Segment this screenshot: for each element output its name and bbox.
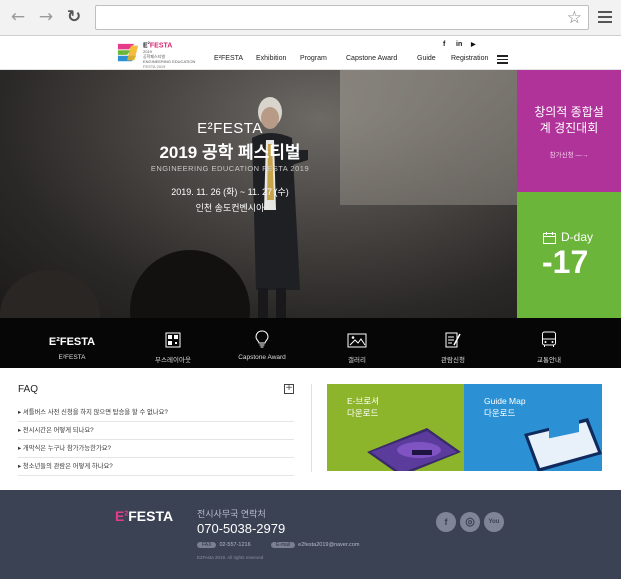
hero-subtitle: ENGINEERING EDUCATION FESTA 2019 [150, 164, 310, 173]
contest-panel[interactable]: 창의적 종합설계 경진대회 참가신청 —→ [517, 70, 621, 192]
dday-value: -17 [542, 244, 589, 280]
nav-guide[interactable]: Guide [417, 55, 436, 62]
footer-logo: E2FESTA [115, 508, 173, 524]
footer-logo-festa: FESTA [128, 508, 174, 524]
faq-item[interactable]: ▸ 전시시간은 어떻게 되나요? [18, 422, 294, 440]
logo-sub: FESTA 2019 [143, 64, 166, 70]
youtube-icon[interactable]: You [484, 512, 504, 532]
hero-title: 2019 공학 페스티벌 [159, 143, 301, 162]
faq-more-plus-icon[interactable]: + [284, 384, 294, 394]
faq-list: ▸ 셔틀버스 사전 신청을 하지 않으면 탑승을 할 수 없나요? ▸ 전시시간… [18, 404, 294, 476]
e-brochure-download-banner[interactable]: E-브로셔 다운로드 [327, 384, 464, 471]
quick-links-bar: E²FESTA E²FESTA 부스레이아웃 Capstone Award 갤러… [0, 318, 621, 368]
linkedin-icon[interactable]: in [456, 41, 462, 48]
quick-link-label: 교통안내 [537, 357, 561, 364]
nav-efesta[interactable]: E²FESTA [214, 55, 243, 62]
bookmark-star-icon[interactable]: ☆ [567, 8, 582, 28]
quick-link-gallery[interactable]: 갤러리 [312, 318, 402, 368]
guide-map-title: Guide Map [484, 396, 526, 406]
quick-link-transportation[interactable]: 교통안내 [504, 318, 594, 368]
quick-link-label: 관람신청 [441, 357, 465, 364]
quick-link-visit-registration[interactable]: 관람신청 [408, 318, 498, 368]
browser-menu-icon[interactable] [598, 11, 612, 26]
nav-program[interactable]: Program [300, 55, 327, 62]
email-address: e2festa2019@naver.com [298, 542, 360, 548]
fax-number: 02-557-1216 [219, 542, 251, 548]
guide-map-illustration [524, 418, 602, 471]
hero-background-board [340, 70, 517, 205]
email-line: E-mail e2festa2019@naver.com [271, 542, 359, 548]
faq-question: 청소년들의 관람은 어떻게 하나요? [22, 463, 113, 470]
reload-icon[interactable]: ↻ [64, 7, 84, 27]
faq-item[interactable]: ▸ 셔틀버스 사전 신청을 하지 않으면 탑승을 할 수 없나요? [18, 404, 294, 422]
youtube-icon[interactable]: ▶ [471, 41, 476, 48]
section-divider [311, 384, 312, 472]
email-badge: E-mail [271, 542, 296, 548]
dday-panel: D-day -17 [517, 192, 621, 318]
guide-map-download-banner[interactable]: Guide Map 다운로드 [464, 384, 602, 471]
quick-link-label: Capstone Award [238, 354, 286, 361]
fax-badge: FAX [197, 542, 217, 548]
office-phone: 070-5038-2979 [197, 521, 286, 536]
footer-logo-e: E [115, 508, 125, 524]
faq-question: 셔틀버스 사전 신청을 하지 않으면 탑승을 할 수 없나요? [22, 409, 168, 416]
lightbulb-icon [255, 330, 269, 348]
hero-text: E²FESTA 2019 공학 페스티벌 ENGINEERING EDUCATI… [110, 120, 350, 214]
hero-venue: 인천 송도컨벤시아 [195, 203, 265, 213]
brochure-download: 다운로드 [347, 408, 379, 418]
instagram-icon[interactable]: ◎ [460, 512, 480, 532]
image-gallery-icon [347, 333, 367, 348]
brochure-title: E-브로셔 [347, 396, 379, 406]
logo-festa: FESTA [149, 42, 173, 50]
facebook-icon[interactable]: f [436, 512, 456, 532]
quick-link-capstone-award[interactable]: Capstone Award [217, 318, 307, 368]
faq-item[interactable]: ▸ 청소년들의 관람은 어떻게 하나요? [18, 458, 294, 476]
contest-title: 창의적 종합설계 경진대회 [534, 105, 604, 135]
quick-link-efesta[interactable]: E²FESTA E²FESTA [27, 318, 117, 368]
calendar-icon [543, 232, 556, 244]
copyright: E2Festa 2019. All rights reserved [197, 555, 264, 560]
nav-exhibition[interactable]: Exhibition [256, 55, 286, 62]
faq-section: FAQ + ▸ 셔틀버스 사전 신청을 하지 않으면 탑승을 할 수 없나요? … [18, 384, 294, 476]
faq-title: FAQ [18, 384, 39, 395]
qr-layout-icon [165, 332, 181, 348]
nav-capstone-award[interactable]: Capstone Award [346, 55, 397, 62]
audience-head [0, 270, 100, 318]
faq-item[interactable]: ▸ 개막식은 누구나 참가가능한가요? [18, 440, 294, 458]
facebook-icon[interactable]: f [443, 41, 445, 48]
bus-icon [542, 331, 556, 347]
quick-link-label: E²FESTA [58, 354, 86, 361]
office-contact-label: 전시사무국 연락처 [197, 509, 266, 519]
quick-link-label: 갤러리 [348, 357, 366, 364]
site-footer: E2FESTA 전시사무국 연락처 070-5038-2979 FAX 02-55… [0, 490, 621, 579]
audience-head [130, 250, 250, 318]
nav-registration[interactable]: Registration [451, 55, 488, 62]
efesta-logo-icon[interactable] [115, 42, 141, 64]
hero-date: 2019. 11. 26 (화) ~ 11. 27 (수) [171, 187, 289, 197]
site-header [0, 37, 621, 70]
brochure-illustration [367, 428, 461, 471]
browser-toolbar: ← → ↻ ☆ [0, 0, 621, 36]
faq-question: 개막식은 누구나 참가가능한가요? [22, 445, 112, 452]
site-logo[interactable]: E2FESTA 2019 공학페스티벌 ENGINEERING EDUCATIO… [143, 40, 195, 69]
faq-question: 전시시간은 어떻게 되나요? [22, 427, 94, 434]
quick-link-label: 부스레이아웃 [155, 357, 191, 364]
contest-register-link[interactable]: 참가신청 —→ [517, 149, 621, 159]
dday-label: D-day [561, 230, 594, 244]
hero-title-brand: E²FESTA [197, 120, 263, 137]
hamburger-menu-icon[interactable] [497, 55, 508, 66]
quick-link-booth-layout[interactable]: 부스레이아웃 [128, 318, 218, 368]
form-pen-icon [445, 332, 461, 348]
fax-line: FAX 02-557-1216 [197, 542, 251, 548]
efesta-logo-icon: E²FESTA [48, 336, 96, 348]
forward-arrow-icon[interactable]: → [36, 7, 56, 27]
address-bar[interactable]: ☆ [95, 5, 589, 30]
back-arrow-icon[interactable]: ← [8, 7, 28, 27]
